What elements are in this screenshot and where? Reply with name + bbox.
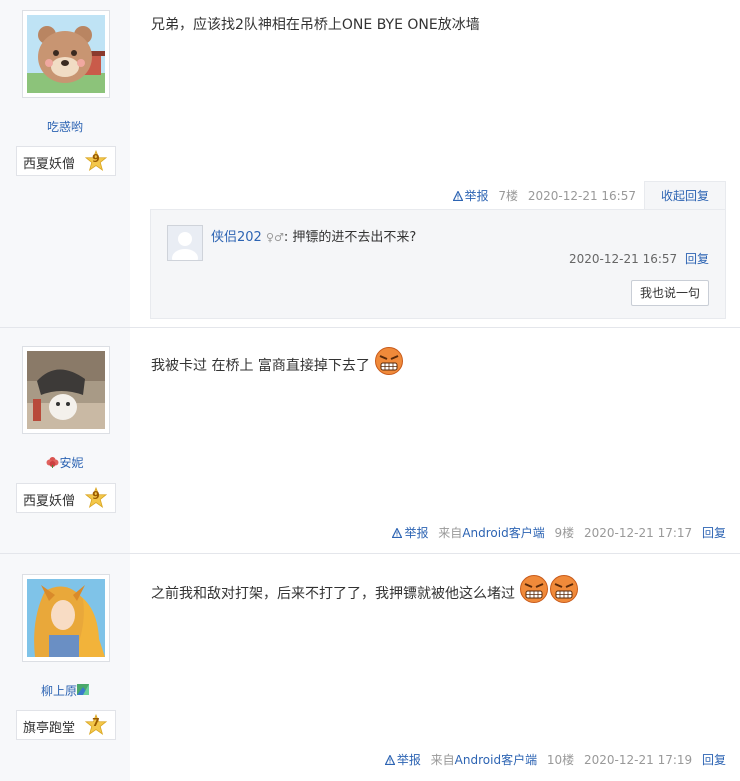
angry-face-icon: [520, 575, 549, 603]
report-link[interactable]: 举报: [384, 753, 421, 767]
report-icon: [392, 528, 403, 538]
post-content: 我被卡过 在桥上 富商直接掉下去了: [151, 346, 404, 376]
post-content: 兄弟，应该找2队神相在吊桥上ONE BYE ONE放冰墙: [151, 17, 480, 33]
rank-level: 9: [92, 152, 100, 165]
username[interactable]: 吃惑哟: [0, 118, 130, 135]
floor-number: 7楼: [498, 189, 519, 203]
username[interactable]: 安妮: [0, 454, 130, 471]
report-icon: [452, 191, 463, 201]
client-link[interactable]: Android客户端: [455, 753, 537, 767]
user-sidebar: 安妮 西夏妖僧 9: [0, 328, 130, 553]
rank-badge[interactable]: 西夏妖僧 9: [16, 146, 116, 176]
user-sidebar: 柳上原 旗亭跑堂 7: [0, 554, 130, 781]
gender-icon: ♀♂: [265, 231, 284, 244]
reply-username[interactable]: 侠侣202: [211, 230, 262, 245]
angry-face-icon: [375, 347, 404, 375]
flower-icon: [46, 457, 59, 468]
reply-meta: 2020-12-21 16:57 回复: [569, 250, 709, 267]
post-content: 之前我和敌对打架，后来不打了了，我押镖就被他这么堵过: [151, 574, 579, 604]
anime-avatar-icon: [27, 579, 105, 657]
reply-text: : 押镖的进不去出不来?: [283, 230, 417, 245]
user-sidebar: 吃惑哟 西夏妖僧 9: [0, 0, 130, 327]
post-time: 2020-12-21 16:57: [527, 189, 636, 203]
report-icon: [384, 755, 395, 765]
angry-face-icon: [550, 575, 579, 603]
avatar[interactable]: [22, 10, 110, 98]
bear-avatar-icon: [27, 15, 105, 93]
report-link[interactable]: 举报: [392, 526, 428, 540]
avatar[interactable]: [22, 574, 110, 662]
reply-button[interactable]: 回复: [702, 753, 726, 767]
reply-button[interactable]: 回复: [702, 526, 726, 540]
username[interactable]: 柳上原: [0, 682, 130, 699]
rank-title: 旗亭跑堂: [23, 721, 76, 736]
reply-line: 侠侣202 ♀♂: 押镖的进不去出不来?: [211, 226, 416, 245]
rank-badge[interactable]: 旗亭跑堂 7: [16, 710, 116, 740]
rank-title: 西夏妖僧: [23, 494, 76, 509]
floor-number: 10楼: [546, 753, 575, 767]
rank-badge[interactable]: 西夏妖僧 9: [16, 483, 116, 513]
report-link[interactable]: 举报: [452, 189, 489, 203]
landscape-icon: [77, 684, 89, 695]
client-link[interactable]: Android客户端: [462, 526, 544, 540]
post-meta: 举报 来自Android客户端 9楼 2020-12-21 17:17 回复: [386, 524, 726, 541]
say-something-button[interactable]: 我也说一句: [631, 280, 709, 306]
avatar[interactable]: [22, 346, 110, 434]
rank-level: 7: [92, 716, 100, 729]
floor-number: 9楼: [554, 526, 575, 540]
post-time: 2020-12-21 17:17: [584, 526, 693, 540]
collapse-replies-button[interactable]: 收起回复: [644, 181, 726, 210]
post-floor-7: 吃惑哟 西夏妖僧 9 兄弟，应该找2队神相在吊桥上ONE BYE ONE放冰墙 …: [0, 0, 740, 328]
reply-link[interactable]: 回复: [685, 252, 709, 266]
post-floor-10: 柳上原 旗亭跑堂 7 之前我和敌对打架，后来不打了了，我押镖就被他这么堵过 举报…: [0, 554, 740, 781]
post-floor-9: 安妮 西夏妖僧 9 我被卡过 在桥上 富商直接掉下去了 举报 来自Android…: [0, 328, 740, 554]
rank-title: 西夏妖僧: [23, 157, 76, 172]
post-meta: 举报 来自Android客户端 10楼 2020-12-21 17:19 回复: [379, 751, 726, 768]
post-meta: 举报 7楼 2020-12-21 16:57: [447, 187, 636, 204]
cat-avatar-icon: [27, 351, 105, 429]
default-avatar-icon[interactable]: [167, 225, 203, 267]
rank-level: 9: [92, 489, 100, 502]
post-time: 2020-12-21 17:19: [584, 753, 693, 767]
reply-time: 2020-12-21 16:57: [569, 252, 678, 266]
reply-box: 侠侣202 ♀♂: 押镖的进不去出不来? 2020-12-21 16:57 回复…: [150, 209, 726, 319]
